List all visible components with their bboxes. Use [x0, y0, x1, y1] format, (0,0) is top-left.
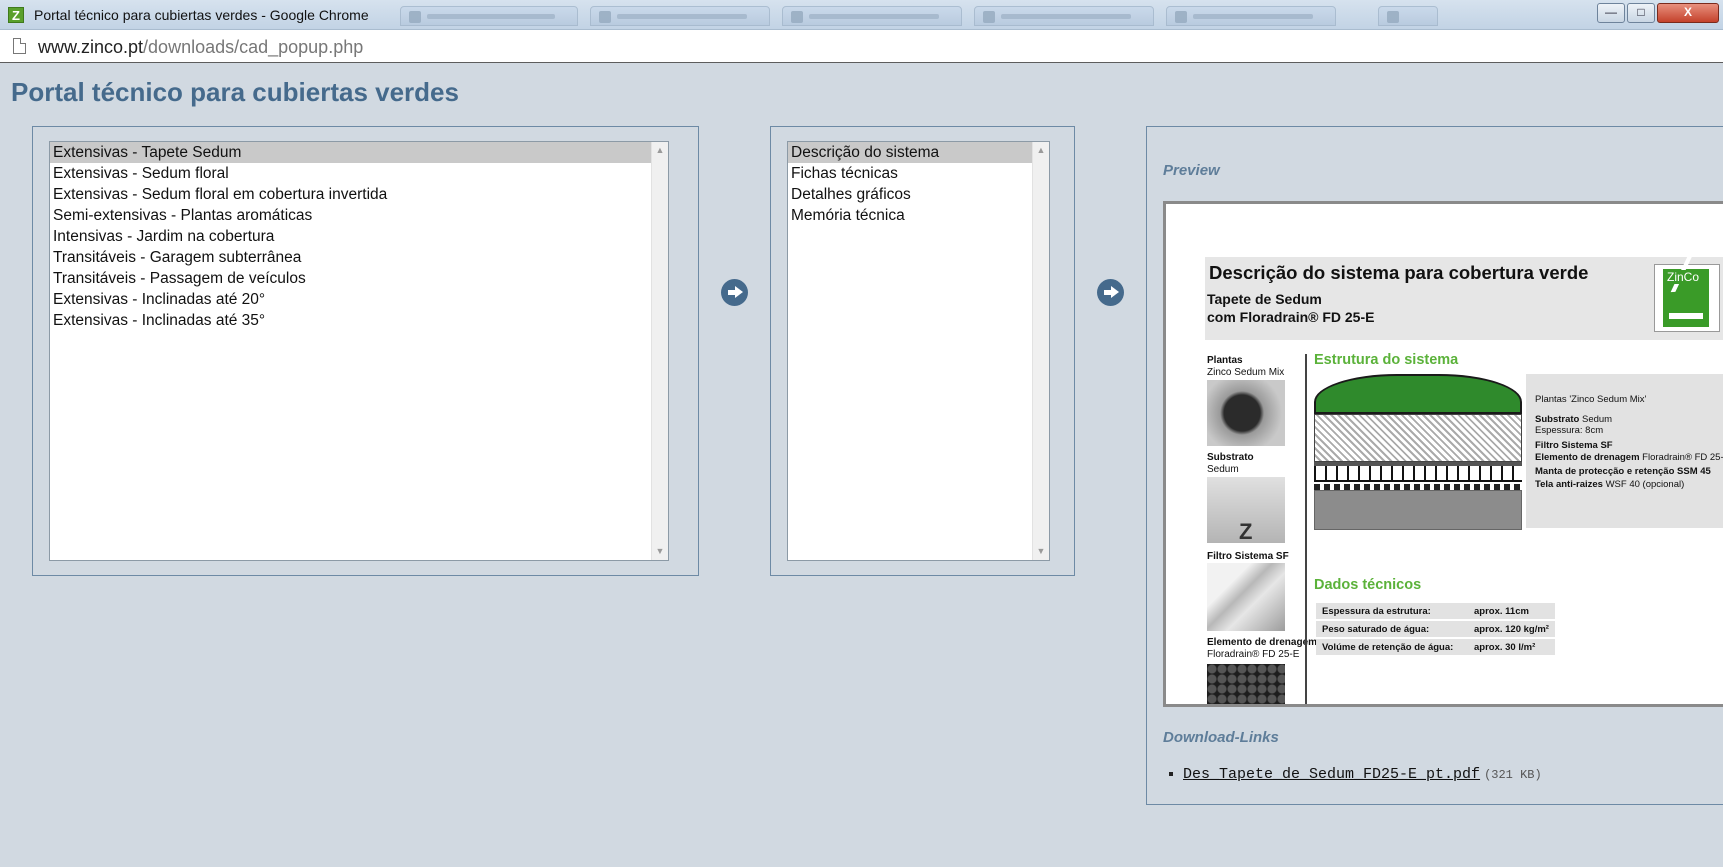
- legend-plants: Plantas 'Zinco Sedum Mix': [1535, 394, 1647, 405]
- legend-substrate: Substrato Sedum: [1535, 414, 1613, 425]
- address-bar[interactable]: www.zinco.pt/downloads/cad_popup.php: [0, 30, 1723, 63]
- scroll-down-arrow-icon[interactable]: ▼: [652, 543, 668, 560]
- systems-listbox[interactable]: Extensivas - Tapete Sedum Extensivas - Se…: [49, 141, 669, 561]
- system-option[interactable]: Extensivas - Tapete Sedum: [50, 142, 668, 163]
- preview-label: Preview: [1163, 162, 1220, 179]
- zinco-favicon-icon: Z: [8, 7, 24, 23]
- system-option[interactable]: Transitáveis - Garagem subterrânea: [50, 247, 668, 268]
- filter-roll-photo: [1207, 563, 1285, 631]
- next-arrow-icon[interactable]: [721, 279, 748, 306]
- document-type-scrollbar[interactable]: ▲ ▼: [1032, 142, 1049, 560]
- maximize-button[interactable]: □: [1627, 3, 1655, 23]
- document-type-listbox[interactable]: Descrição do sistema Fichas técnicas Detal…: [787, 141, 1050, 561]
- system-option[interactable]: Extensivas - Sedum floral em cobertura i…: [50, 184, 668, 205]
- background-tab-4[interactable]: [974, 6, 1154, 26]
- substrate-bag-photo: Z: [1207, 477, 1285, 544]
- system-option[interactable]: Semi-extensivas - Plantas aromáticas: [50, 205, 668, 226]
- system-layers-diagram: [1314, 374, 1522, 530]
- system-option[interactable]: Transitáveis - Passagem de veículos: [50, 268, 668, 289]
- window-title-bar: Z Portal técnico para cubiertas verdes -…: [0, 0, 1723, 30]
- scroll-up-arrow-icon[interactable]: ▲: [1033, 142, 1049, 159]
- document-type-option[interactable]: Descrição do sistema: [788, 142, 1049, 163]
- systems-panel: Extensivas - Tapete Sedum Extensivas - Se…: [32, 126, 699, 576]
- legend-thickness: Espessura: 8cm: [1535, 425, 1604, 436]
- bullet-icon: [1169, 772, 1173, 777]
- next-arrow-icon[interactable]: [1097, 279, 1124, 306]
- legend-filter: Filtro Sistema SF: [1535, 440, 1613, 451]
- drainage-element-photo: [1207, 664, 1285, 704]
- filter-caption: Filtro Sistema SF: [1207, 551, 1289, 562]
- tech-data-table: Espessura da estrutura: aprox. 11cm Peso …: [1316, 601, 1555, 657]
- scroll-down-arrow-icon[interactable]: ▼: [1033, 543, 1049, 560]
- document-type-option[interactable]: Memória técnica: [788, 205, 1049, 226]
- systems-scrollbar[interactable]: ▲ ▼: [651, 142, 668, 560]
- minimize-button[interactable]: —: [1597, 3, 1625, 23]
- background-tab-1[interactable]: [400, 6, 578, 26]
- doc-divider: [1305, 354, 1307, 704]
- url-domain: www.zinco.pt: [38, 37, 144, 57]
- doc-title: Descrição do sistema para cobertura verd…: [1209, 262, 1589, 283]
- window-title: Portal técnico para cubiertas verdes - G…: [34, 7, 369, 23]
- zinco-logo: ZinCo: [1654, 264, 1720, 332]
- table-row: Volúme de retenção de água: aprox. 30 l/m…: [1316, 639, 1555, 655]
- pdf-download-link[interactable]: Des_Tapete_de_Sedum_FD25-E_pt.pdf: [1183, 766, 1480, 783]
- system-option[interactable]: Extensivas - Inclinadas até 20°: [50, 289, 668, 310]
- document-type-option[interactable]: Detalhes gráficos: [788, 184, 1049, 205]
- plants-caption: Plantas Zinco Sedum Mix: [1207, 355, 1285, 378]
- document-type-option[interactable]: Fichas técnicas: [788, 163, 1049, 184]
- tech-data-heading: Dados técnicos: [1314, 577, 1422, 593]
- page-title: Portal técnico para cubiertas verdes: [11, 77, 459, 107]
- system-option[interactable]: Intensivas - Jardim na cobertura: [50, 226, 668, 247]
- document-type-panel: Descrição do sistema Fichas técnicas Detal…: [770, 126, 1075, 576]
- system-option[interactable]: Extensivas - Inclinadas até 35°: [50, 310, 668, 331]
- systems-options: Extensivas - Tapete Sedum Extensivas - Se…: [50, 142, 668, 331]
- logo-text: ZinCo: [1665, 270, 1702, 284]
- scroll-up-arrow-icon[interactable]: ▲: [652, 142, 668, 159]
- background-tab-5[interactable]: [1166, 6, 1336, 26]
- drain-caption: Elemento de drenagem Floradrain® FD 25-E: [1207, 637, 1318, 660]
- legend-mat: Manta de protecção e retenção SSM 45: [1535, 466, 1711, 477]
- close-button[interactable]: X: [1657, 3, 1719, 23]
- download-item: Des_Tapete_de_Sedum_FD25-E_pt.pdf (321 KB…: [1169, 765, 1542, 783]
- document-preview[interactable]: Descrição do sistema para cobertura verd…: [1163, 201, 1723, 707]
- file-size: (321 KB): [1484, 768, 1542, 782]
- legend-root-barrier: Tela anti-raizes WSF 40 (opcional): [1535, 479, 1685, 490]
- download-links-label: Download-Links: [1163, 729, 1279, 746]
- system-option[interactable]: Extensivas - Sedum floral: [50, 163, 668, 184]
- background-tab-6[interactable]: [1378, 6, 1438, 26]
- document-options: Descrição do sistema Fichas técnicas Detal…: [788, 142, 1049, 226]
- url-text[interactable]: www.zinco.pt/downloads/cad_popup.php: [38, 37, 363, 58]
- doc-subtitle-1: Tapete de Sedum: [1207, 291, 1322, 307]
- background-tab-2[interactable]: [590, 6, 770, 26]
- page-icon: [13, 38, 26, 54]
- table-row: Peso saturado de água: aprox. 120 kg/m²: [1316, 621, 1555, 637]
- structure-heading: Estrutura do sistema: [1314, 352, 1459, 368]
- doc-subtitle-2: com Floradrain® FD 25-E: [1207, 309, 1375, 325]
- table-row: Espessura da estrutura: aprox. 11cm: [1316, 603, 1555, 619]
- legend-drain: Elemento de drenagem Floradrain® FD 25-E: [1535, 452, 1723, 463]
- url-path: /downloads/cad_popup.php: [143, 37, 364, 57]
- plants-photo: [1207, 380, 1285, 446]
- substrate-caption: Substrato Sedum: [1207, 452, 1254, 475]
- background-tab-3[interactable]: [782, 6, 962, 26]
